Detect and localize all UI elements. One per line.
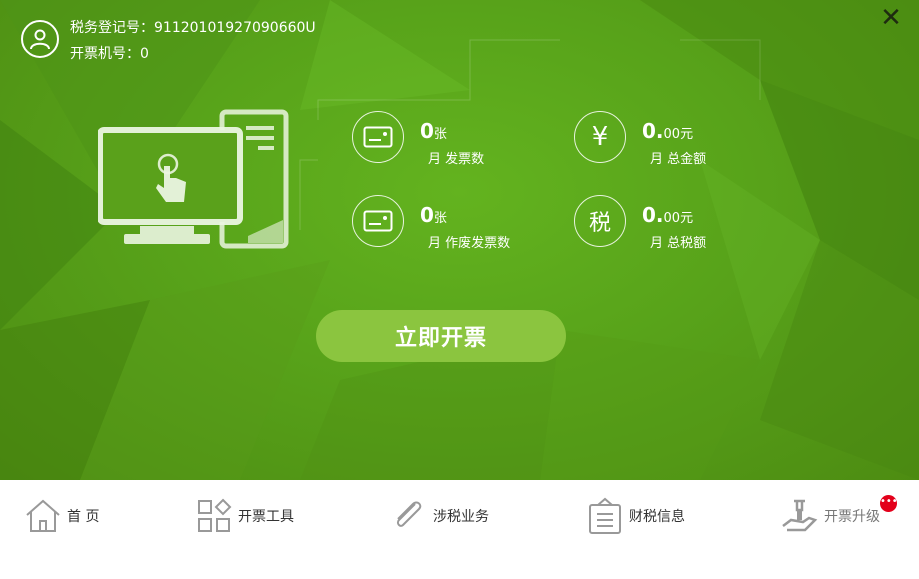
stat-label: 月 发票数: [428, 152, 485, 167]
user-avatar-icon[interactable]: [21, 20, 59, 58]
tools-grid-icon: [194, 496, 234, 536]
notification-badge: •••: [880, 495, 898, 512]
nav-invoice-upgrade[interactable]: 开票升级 •••: [780, 495, 898, 536]
stat-value: 0.00元: [642, 119, 694, 143]
tax-id-value: 91120101927090660U: [154, 20, 316, 36]
paperclip-icon: [389, 496, 429, 536]
stat-value: 0张: [420, 119, 447, 143]
nav-label: 开票升级: [824, 509, 880, 525]
home-icon: [23, 496, 63, 536]
stat-label: 月 作废发票数: [428, 236, 511, 251]
notice-board-icon: [585, 496, 625, 536]
computer-illustration: [98, 109, 289, 249]
bottom-nav: 首 页 开票工具 涉税业务 财税信息 开票升级 •••: [0, 480, 919, 579]
nav-label: 财税信息: [629, 509, 685, 525]
yen-icon: ¥: [574, 111, 626, 163]
issue-invoice-button[interactable]: 立即开票: [316, 310, 566, 362]
invoice-card-icon: [352, 111, 404, 163]
machine-no-label: 开票机号：: [70, 46, 140, 62]
stat-value: 0张: [420, 203, 447, 227]
upgrade-hand-wrench-icon: [780, 496, 820, 536]
stat-label: 月 总金额: [650, 152, 707, 167]
close-button[interactable]: ✕: [878, 5, 904, 31]
nav-tax-business[interactable]: 涉税业务: [389, 496, 489, 536]
nav-finance-info[interactable]: 财税信息: [585, 496, 685, 536]
close-icon: ✕: [880, 3, 902, 33]
nav-label: 首 页: [67, 509, 100, 525]
tax-icon: 税: [574, 195, 626, 247]
machine-no-value: 0: [140, 46, 149, 62]
nav-label: 开票工具: [238, 509, 294, 525]
nav-invoice-tools[interactable]: 开票工具: [194, 496, 294, 536]
nav-label: 涉税业务: [433, 509, 489, 525]
tax-id-label: 税务登记号：: [70, 20, 154, 36]
tax-id-line: 税务登记号：91120101927090660U: [70, 17, 316, 37]
void-invoice-card-icon: [352, 195, 404, 247]
nav-home[interactable]: 首 页: [23, 496, 99, 536]
stat-label: 月 总税额: [650, 236, 707, 251]
hero-panel: 税务登记号：91120101927090660U 开票机号：0 ✕ 0张 月 发…: [0, 0, 919, 480]
machine-no-line: 开票机号：0: [70, 43, 149, 63]
stat-value: 0.00元: [642, 203, 694, 227]
